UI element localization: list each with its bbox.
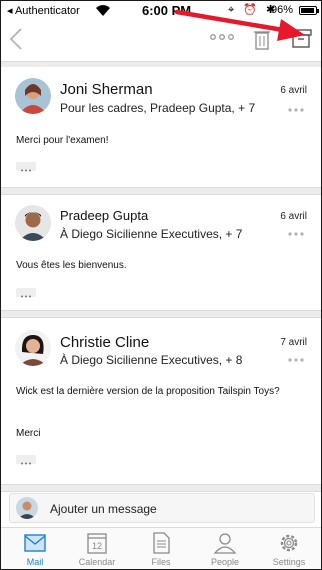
tab-label: People: [210, 557, 240, 567]
avatar: [16, 497, 38, 519]
files-icon: [153, 532, 170, 554]
message-item[interactable]: Pradeep Gupta À Diego Sicilienne Executi…: [1, 195, 321, 311]
message-date: 6 avril: [280, 211, 307, 222]
delete-button[interactable]: [254, 28, 270, 50]
back-button[interactable]: [9, 27, 29, 51]
tab-settings[interactable]: Settings: [257, 528, 321, 569]
message-item[interactable]: Joni Sherman Pour les cadres, Pradeep Gu…: [1, 68, 321, 194]
message-body: Merci pour l'examen!: [16, 135, 109, 146]
sender-name: Pradeep Gupta: [60, 208, 149, 223]
tab-label: Calendar: [78, 557, 116, 567]
settings-icon: [280, 534, 298, 552]
message-more-icon[interactable]: [287, 357, 305, 363]
mail-icon: [24, 534, 46, 552]
tab-files[interactable]: Files: [129, 528, 193, 569]
calendar-icon: 12: [87, 533, 107, 554]
app-window: ◂ Authenticator 6:00 PM ⌖ ⏰ ✱ 96% Joni S…: [0, 0, 322, 570]
tab-people[interactable]: People: [193, 528, 257, 569]
avatar: [15, 78, 51, 114]
expand-quoted-button[interactable]: [16, 162, 36, 172]
message-item[interactable]: Christie Cline À Diego Sicilienne Execut…: [1, 318, 321, 488]
message-date: 6 avril: [280, 85, 307, 96]
sender-name: Christie Cline: [60, 334, 150, 351]
message-signoff: Merci: [16, 428, 41, 439]
message-body: Vous êtes les bienvenus.: [16, 260, 127, 271]
toolbar: [1, 21, 321, 61]
message-date: 7 avril: [280, 337, 307, 348]
archive-button[interactable]: [290, 27, 312, 49]
people-icon: [213, 533, 237, 554]
battery-fill: [301, 8, 314, 13]
add-message-label: Ajouter un message: [50, 502, 157, 516]
tab-label: Mail: [26, 557, 44, 567]
expand-quoted-button[interactable]: [16, 455, 36, 465]
sender-name: Joni Sherman: [60, 81, 153, 98]
expand-quoted-button[interactable]: [16, 288, 36, 298]
calendar-day: 12: [92, 541, 102, 551]
tab-bar: Mail 12 Calendar Files People Settings: [1, 527, 321, 569]
more-options-button[interactable]: [209, 29, 235, 45]
recipients: À Diego Sicilienne Executives, + 8: [60, 353, 243, 367]
recipients: À Diego Sicilienne Executives, + 7: [60, 227, 243, 241]
tab-calendar[interactable]: 12 Calendar: [65, 528, 129, 569]
wifi-icon: [96, 5, 110, 16]
tab-mail[interactable]: Mail: [3, 528, 67, 569]
recipients: Pour les cadres, Pradeep Gupta, + 7: [60, 101, 256, 115]
battery-icon: [299, 6, 319, 15]
message-body: Wick est la dernière version de la propo…: [16, 386, 280, 397]
message-separator: [1, 484, 321, 492]
chevron-left-icon: [9, 28, 22, 50]
message-more-icon[interactable]: [287, 107, 305, 113]
status-bar: ◂ Authenticator 6:00 PM ⌖ ⏰ ✱ 96%: [1, 1, 321, 21]
add-message-bar[interactable]: Ajouter un message: [9, 493, 315, 523]
clock: 6:00 PM: [142, 3, 192, 18]
tab-label: Settings: [272, 557, 306, 567]
message-more-icon[interactable]: [287, 231, 305, 237]
avatar: [15, 330, 51, 366]
message-separator: [1, 187, 321, 195]
message-separator: [1, 310, 321, 318]
toolbar-divider: [1, 61, 321, 67]
avatar: [15, 205, 51, 241]
back-to-app-link[interactable]: ◂ Authenticator: [7, 4, 80, 17]
tab-label: Files: [151, 557, 171, 567]
battery-percent: 96%: [271, 4, 294, 16]
